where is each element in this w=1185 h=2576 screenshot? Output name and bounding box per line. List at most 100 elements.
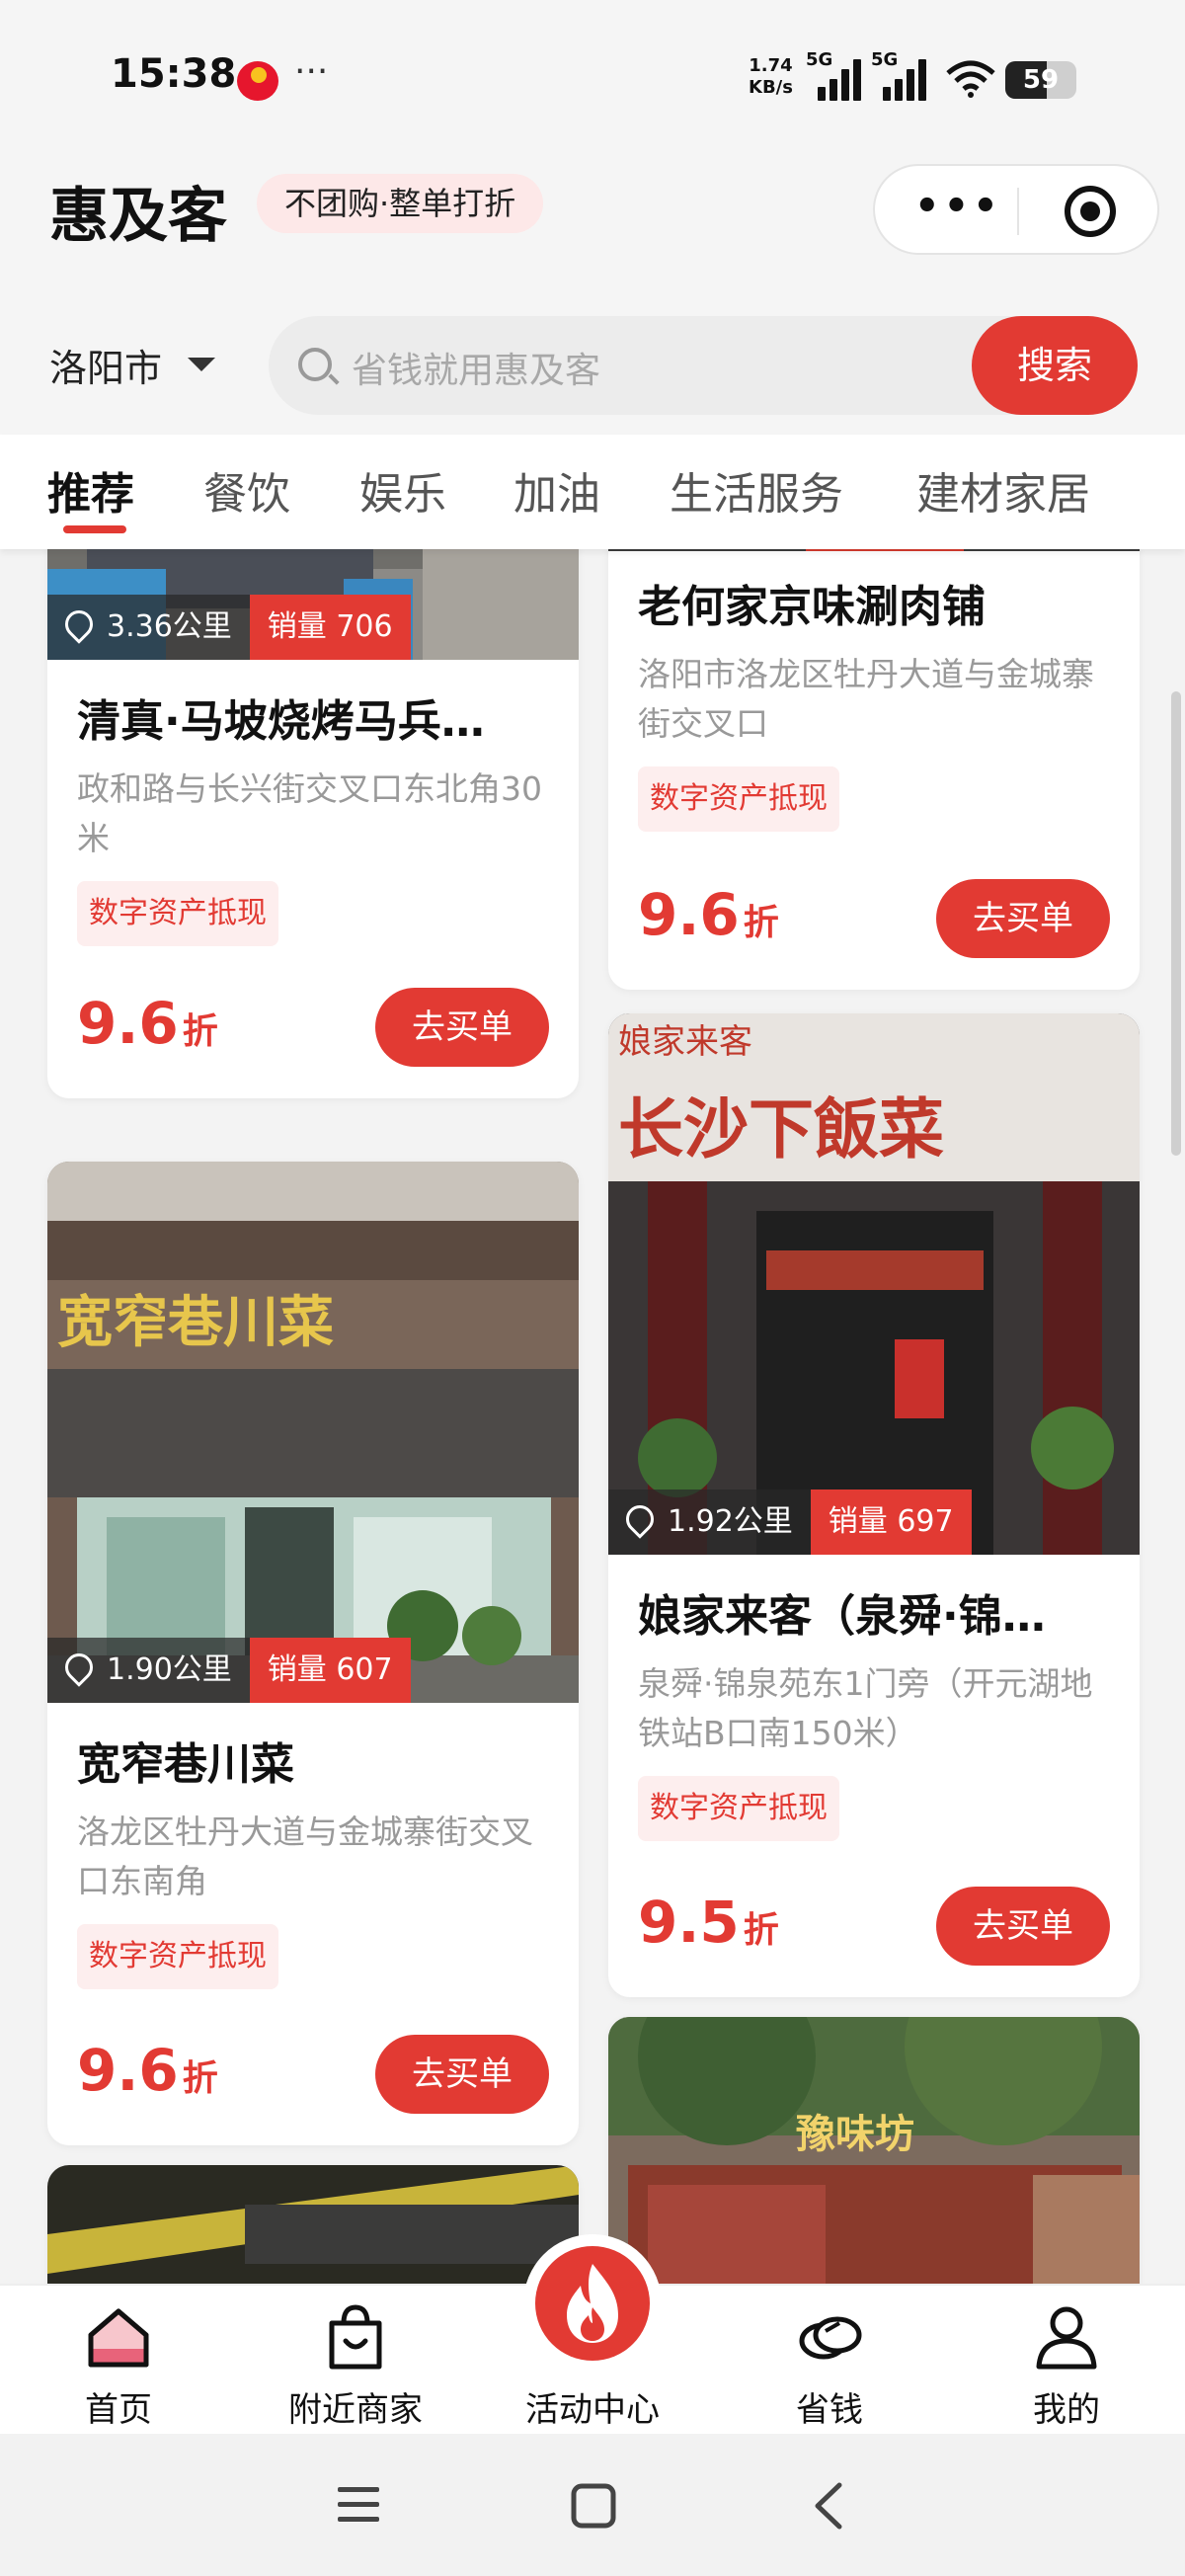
discount-number: 9.5 [638, 1889, 740, 1956]
merchant-name: 娘家来客（泉舜·锦… [638, 1591, 1046, 1642]
discount-unit: 折 [182, 2058, 218, 2099]
discount-number: 9.6 [638, 881, 740, 948]
merchant-photo[interactable]: 豫味坊 [608, 2017, 1140, 2284]
tab-fuel[interactable]: 加油 [514, 458, 600, 522]
merchant-address: 泉舜·锦泉苑东1门旁（开元湖地铁站B口南150米） [638, 1664, 1093, 1752]
merchant-card[interactable]: 娘家来客 长沙下飯菜 1.92公里 销量 697 娘家来客（泉舜·锦… 泉舜·锦… [608, 1013, 1140, 1997]
merchant-photo[interactable]: 宽窄巷川菜 1.90公里 销量 607 [47, 1162, 579, 1703]
scrollbar[interactable] [1171, 691, 1181, 1156]
photo-meta: 1.90公里 销量 607 [47, 1638, 411, 1703]
nav-label: 活动中心 [525, 2390, 660, 2430]
tab-entertainment[interactable]: 娱乐 [359, 458, 446, 522]
more-notifications-icon: ··· [294, 51, 329, 92]
location-pin-icon [59, 1648, 99, 1687]
discount-unit: 折 [743, 903, 779, 943]
merchant-name: 老何家京味涮肉铺 [638, 582, 986, 632]
coins-icon [799, 2316, 862, 2360]
discount-value: 9.6 折 [77, 2037, 218, 2104]
city-selector[interactable]: 洛阳市 [49, 338, 162, 392]
home-square-icon[interactable] [571, 2483, 616, 2529]
battery-level: 59 [1022, 65, 1060, 95]
menu-icon[interactable] [336, 2485, 381, 2525]
status-time: 15:38 [111, 51, 237, 97]
shop-sign-text: 长沙下飯菜 [618, 1090, 944, 1167]
flame-icon [567, 2264, 618, 2343]
search-row: 洛阳市 省钱就用惠及客 搜索 [0, 277, 1185, 435]
fab-circle [535, 2246, 650, 2361]
tab-dining[interactable]: 餐饮 [203, 458, 290, 522]
photo-meta: 1.92公里 销量 697 [608, 1489, 972, 1555]
pay-bill-button[interactable]: 去买单 [936, 1887, 1110, 1966]
pay-bill-button[interactable]: 去买单 [375, 988, 549, 1067]
merchant-card[interactable] [47, 2165, 579, 2284]
nav-profile[interactable]: 我的 [968, 2286, 1165, 2436]
photo-meta: 3.36公里 销量 706 [47, 595, 411, 660]
location-pin-icon [620, 1499, 660, 1539]
pay-bill-button[interactable]: 去买单 [936, 879, 1110, 958]
merchant-feed[interactable]: 3.36公里 销量 706 清真·马坡烧烤马兵… 政和路与长兴街交叉口东北角30… [0, 549, 1185, 2284]
merchant-name: 清真·马坡烧烤马兵… [77, 696, 485, 747]
digital-asset-tag: 数字资产抵现 [638, 1776, 839, 1841]
merchant-photo[interactable] [47, 2165, 579, 2284]
nav-label: 首页 [85, 2390, 152, 2430]
nav-home[interactable]: 首页 [20, 2286, 217, 2436]
card-body: 宽窄巷川菜 洛龙区牡丹大道与金城寨街交叉口东南角 数字资产抵现 [77, 1729, 549, 1989]
distance-text: 1.92公里 [668, 1504, 793, 1539]
mini-program-capsule: ••• [873, 164, 1159, 255]
activity-center-button[interactable] [523, 2234, 662, 2373]
discount-unit: 折 [743, 1910, 779, 1951]
card-body: 老何家京味涮肉铺 洛阳市洛龙区牡丹大道与金城寨街交叉口 数字资产抵现 [638, 571, 1110, 832]
shopping-bag-icon [329, 2304, 382, 2370]
merchant-card[interactable]: 豫味坊 [608, 2017, 1140, 2284]
sales-badge: 销量 697 [810, 1489, 972, 1555]
card-body: 清真·马坡烧烤马兵… 政和路与长兴街交叉口东北角30米 数字资产抵现 [77, 685, 549, 946]
tab-recommend[interactable]: 推荐 [47, 458, 134, 522]
mini-program-header: 惠及客 不团购·整单打折 ••• [0, 158, 1185, 277]
search-icon [298, 348, 332, 381]
back-icon[interactable] [810, 2481, 845, 2531]
location-pin-icon [59, 604, 99, 644]
distance-text: 3.36公里 [107, 609, 232, 644]
discount-unit: 折 [182, 1011, 218, 1052]
tab-home-building[interactable]: 建材家居 [916, 458, 1090, 522]
capsule-divider [1017, 188, 1019, 235]
digital-asset-tag: 数字资产抵现 [638, 766, 839, 832]
nav-nearby-merchants[interactable]: 附近商家 [257, 2286, 454, 2436]
chevron-down-icon[interactable] [188, 358, 215, 371]
merchant-photo[interactable] [608, 549, 1140, 551]
search-button[interactable]: 搜索 [972, 316, 1138, 415]
digital-asset-tag: 数字资产抵现 [77, 1924, 278, 1989]
network-speed: 1.74 KB/s [749, 55, 793, 99]
pay-bill-button[interactable]: 去买单 [375, 2035, 549, 2114]
network-speed-unit: KB/s [749, 77, 793, 98]
distance-badge: 1.90公里 [47, 1638, 250, 1703]
wifi-icon [946, 60, 995, 98]
merchant-card[interactable]: 3.36公里 销量 706 清真·马坡烧烤马兵… 政和路与长兴街交叉口东北角30… [47, 549, 579, 1098]
more-menu-button[interactable]: ••• [914, 184, 1002, 229]
merchant-address: 政和路与长兴街交叉口东北角30米 [77, 769, 542, 857]
discount-value: 9.6 折 [638, 881, 779, 948]
discount-number: 9.6 [77, 2037, 179, 2104]
slogan-badge: 不团购·整单打折 [257, 174, 544, 233]
shop-sign-text: 宽窄巷川菜 [57, 1290, 334, 1355]
nav-save-money[interactable]: 省钱 [731, 2286, 928, 2436]
sales-badge: 销量 607 [249, 1638, 411, 1703]
close-program-button[interactable] [1065, 186, 1116, 237]
distance-badge: 3.36公里 [47, 595, 250, 660]
active-tab-indicator [63, 525, 126, 533]
merchant-address: 洛龙区牡丹大道与金城寨街交叉口东南角 [77, 1812, 533, 1900]
shop-sign-small: 娘家来客 [618, 1022, 752, 1062]
distance-badge: 1.92公里 [608, 1489, 811, 1555]
nav-label: 附近商家 [288, 2390, 423, 2430]
merchant-photo[interactable]: 3.36公里 销量 706 [47, 549, 579, 660]
home-icon [88, 2308, 149, 2368]
merchant-card[interactable]: 老何家京味涮肉铺 洛阳市洛龙区牡丹大道与金城寨街交叉口 数字资产抵现 9.6 折 … [608, 549, 1140, 990]
discount-value: 9.6 折 [77, 990, 218, 1057]
category-tabs: 推荐 餐饮 娱乐 加油 生活服务 建材家居 [0, 435, 1185, 549]
sales-badge: 销量 706 [249, 595, 411, 660]
discount-value: 9.5 折 [638, 1889, 779, 1956]
merchant-card[interactable]: 宽窄巷川菜 1.90公里 销量 607 宽窄巷川菜 洛龙区牡丹大道与金城寨街交叉… [47, 1162, 579, 2145]
merchant-photo[interactable]: 娘家来客 长沙下飯菜 1.92公里 销量 697 [608, 1013, 1140, 1555]
app-title: 惠及客 [49, 182, 227, 251]
tab-life-services[interactable]: 生活服务 [670, 458, 843, 522]
